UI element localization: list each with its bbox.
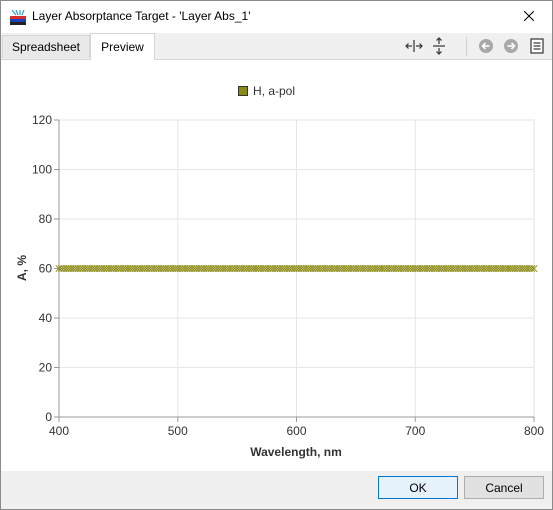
series-h-a-pol (55, 264, 538, 273)
cancel-button[interactable]: Cancel (464, 476, 544, 499)
x-tick-label: 500 (168, 424, 188, 438)
y-axis-label: A, % (15, 255, 29, 281)
x-axis-label: Wavelength, nm (250, 445, 342, 459)
back-button[interactable] (476, 36, 496, 56)
legend-label: H, a-pol (253, 84, 296, 98)
x-tick-label: 400 (49, 424, 69, 438)
y-tick-label: 40 (39, 311, 53, 325)
window-title: Layer Absorptance Target - 'Layer Abs_1' (32, 9, 251, 23)
close-button[interactable] (506, 1, 552, 31)
close-icon (524, 11, 534, 21)
y-tick-label: 20 (39, 361, 53, 375)
x-tick-label: 600 (286, 424, 306, 438)
y-tick-labels: 0 20 40 60 80 100 120 (32, 113, 59, 424)
fit-horizontal-icon (405, 40, 423, 52)
chart-legend: H, a-pol (238, 84, 295, 98)
tab-spreadsheet[interactable]: Spreadsheet (2, 35, 90, 58)
y-tick-label: 0 (45, 410, 52, 424)
fit-horizontal-button[interactable] (404, 36, 424, 56)
back-icon (479, 39, 493, 53)
title-bar[interactable]: Layer Absorptance Target - 'Layer Abs_1' (1, 1, 552, 33)
x-tick-labels: 400 500 600 700 800 (49, 417, 544, 438)
y-tick-label: 100 (32, 163, 52, 177)
preview-panel: 0 20 40 60 80 100 120 400 500 600 700 800 Waveleng… (1, 60, 552, 471)
notes-button[interactable] (527, 36, 547, 56)
legend-swatch (238, 86, 248, 96)
layer-stack-icon (10, 9, 26, 25)
toolbar-separator (466, 37, 467, 56)
ok-button[interactable]: OK (378, 476, 458, 499)
forward-button[interactable] (501, 36, 521, 56)
fit-vertical-button[interactable] (429, 36, 449, 56)
tab-preview-label: Preview (101, 40, 144, 54)
x-tick-label: 800 (524, 424, 544, 438)
y-tick-label: 120 (32, 113, 52, 127)
fit-vertical-icon (433, 37, 445, 55)
y-tick-label: 80 (39, 212, 53, 226)
tab-strip: Spreadsheet Preview (1, 33, 552, 60)
tab-spreadsheet-label: Spreadsheet (11, 40, 81, 54)
tab-preview[interactable]: Preview (90, 33, 155, 60)
absorptance-chart: 0 20 40 60 80 100 120 400 500 600 700 800 Waveleng… (15, 113, 544, 459)
forward-icon (504, 39, 518, 53)
dialog-window: Layer Absorptance Target - 'Layer Abs_1'… (0, 0, 553, 510)
x-tick-label: 700 (405, 424, 425, 438)
notes-icon (530, 38, 544, 54)
dialog-footer: OK Cancel (1, 471, 552, 509)
y-tick-label: 60 (39, 262, 53, 276)
